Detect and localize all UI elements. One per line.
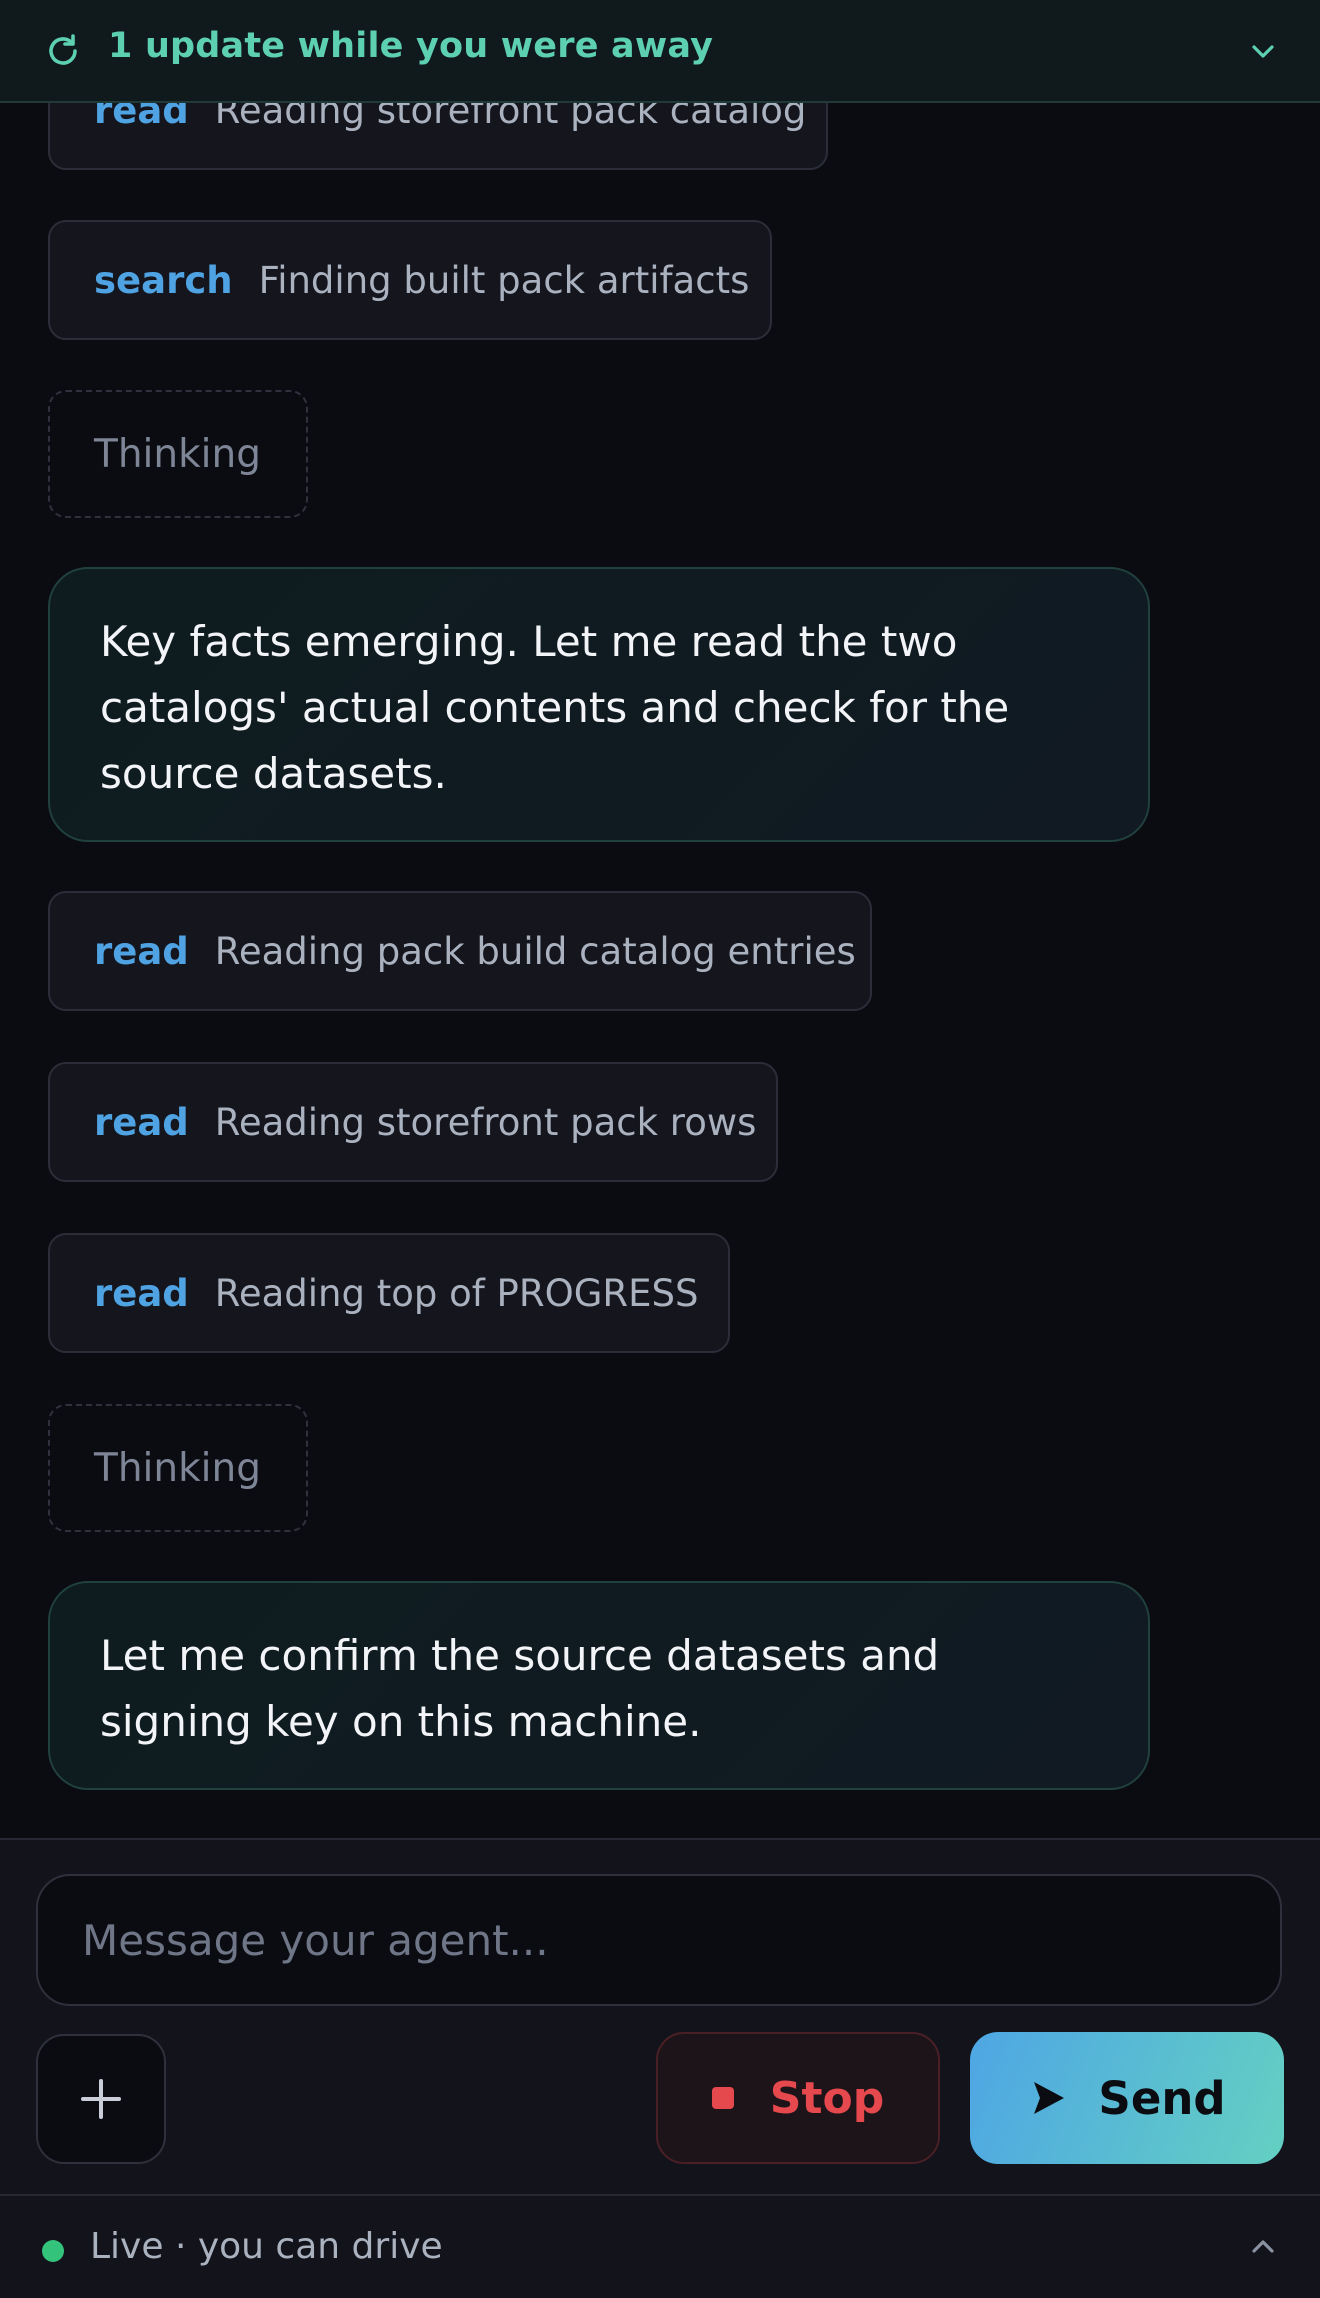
send-label: Send xyxy=(1098,2071,1226,2125)
tool-description: Reading storefront pack rows xyxy=(214,1100,757,1144)
stop-label: Stop xyxy=(769,2072,885,2124)
tool-call-read[interactable]: read Reading storefront pack rows xyxy=(48,1062,778,1182)
live-status-dot xyxy=(42,2240,64,2262)
thinking-indicator: Thinking xyxy=(48,390,308,518)
composer: Stop Send xyxy=(0,1838,1320,2194)
thinking-label: Thinking xyxy=(94,431,261,477)
plus-icon xyxy=(81,2079,121,2119)
agent-message-text: Key facts emerging. Let me read the two … xyxy=(100,617,1010,798)
status-bar[interactable]: Live · you can drive xyxy=(0,2194,1320,2298)
tool-call-read[interactable]: read Reading pack build catalog entries xyxy=(48,891,872,1011)
tool-description: Reading top of PROGRESS xyxy=(214,1271,699,1315)
tool-verb: search xyxy=(94,258,233,302)
conversation-feed[interactable]: read Reading storefront pack catalog sea… xyxy=(0,0,1320,1838)
update-banner[interactable]: 1 update while you were away xyxy=(0,0,1320,103)
tool-description: Finding built pack artifacts xyxy=(258,258,750,302)
refresh-icon xyxy=(44,32,82,70)
thinking-indicator: Thinking xyxy=(48,1404,308,1532)
agent-message: Let me confirm the source datasets and s… xyxy=(48,1581,1150,1790)
stop-icon xyxy=(711,2087,734,2109)
thinking-label: Thinking xyxy=(94,1445,261,1491)
live-status-text: Live · you can drive xyxy=(90,2226,443,2267)
message-input[interactable] xyxy=(36,1874,1282,2006)
chevron-up-icon[interactable] xyxy=(1248,2232,1278,2262)
chevron-down-icon[interactable] xyxy=(1248,36,1278,66)
tool-description: Reading pack build catalog entries xyxy=(214,929,856,973)
update-banner-text: 1 update while you were away xyxy=(108,26,714,66)
agent-message: Key facts emerging. Let me read the two … xyxy=(48,567,1150,842)
send-button[interactable]: Send xyxy=(970,2032,1284,2164)
agent-message-text: Let me confirm the source datasets and s… xyxy=(100,1631,940,1746)
play-icon xyxy=(1034,2082,1065,2114)
tool-call-read[interactable]: read Reading top of PROGRESS xyxy=(48,1233,730,1353)
tool-verb: read xyxy=(94,1271,189,1315)
tool-verb: read xyxy=(94,929,189,973)
attach-button[interactable] xyxy=(36,2034,166,2164)
tool-verb: read xyxy=(94,1100,189,1144)
stop-button[interactable]: Stop xyxy=(656,2032,940,2164)
tool-call-search[interactable]: search Finding built pack artifacts xyxy=(48,220,772,340)
